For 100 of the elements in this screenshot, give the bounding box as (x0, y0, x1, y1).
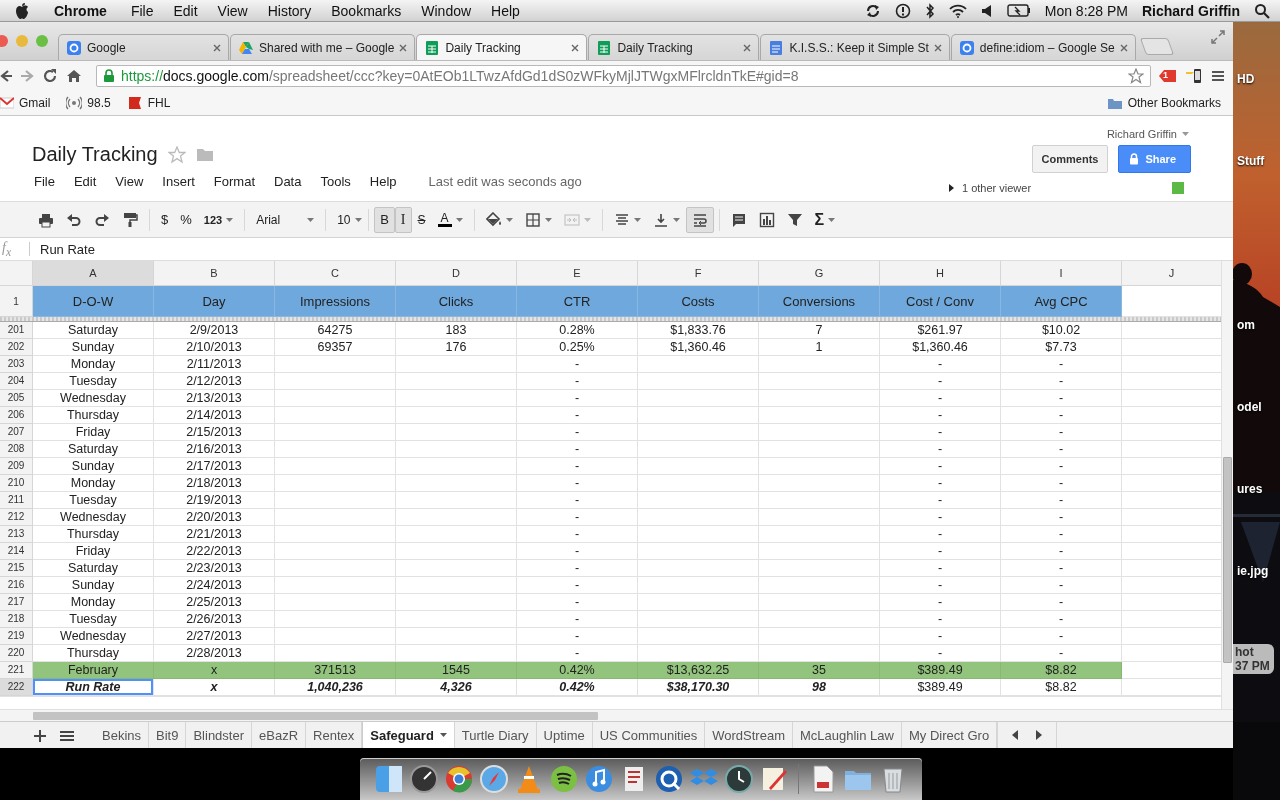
clock-icon[interactable] (723, 764, 754, 794)
text-color-dropdown[interactable]: A (431, 206, 469, 233)
column-header[interactable]: C (275, 261, 396, 287)
close-icon[interactable] (743, 43, 752, 52)
menu-item[interactable]: View (115, 174, 144, 189)
viewers-toggle[interactable]: 1 other viewer (949, 182, 1032, 194)
document-title[interactable]: Daily Tracking (32, 143, 158, 166)
horizontal-scrollbar[interactable] (0, 709, 1233, 721)
menu-item[interactable]: Tools (320, 174, 351, 189)
sheet-tab[interactable]: eBazR (252, 722, 307, 748)
desktop-icon-label[interactable]: hot 37 PM (1233, 644, 1274, 674)
browser-tab[interactable]: Daily Tracking (416, 34, 588, 60)
currency-button[interactable]: $ (155, 206, 175, 233)
close-icon[interactable] (571, 43, 580, 52)
menu-item[interactable]: View (207, 2, 258, 19)
scrollbar-thumb[interactable] (33, 711, 598, 720)
user-name[interactable]: Richard Griffin (1142, 2, 1240, 19)
column-header[interactable]: G (759, 261, 880, 287)
ring-icon[interactable] (653, 764, 684, 794)
menu-item[interactable]: Bookmarks (321, 2, 412, 19)
column-header[interactable]: D (396, 261, 517, 287)
menu-item[interactable]: Help (481, 2, 530, 19)
bluetooth-icon[interactable] (924, 2, 935, 19)
menu-icon[interactable] (1211, 69, 1225, 83)
functions-button[interactable]: Σ (808, 206, 842, 233)
browser-tab[interactable]: Shared with me – Google (230, 34, 416, 60)
clock[interactable]: Mon 8:28 PM (1044, 2, 1128, 19)
bookmark[interactable]: 98.5 (66, 96, 111, 110)
menu-item[interactable]: File (120, 2, 164, 19)
column-header[interactable]: E (517, 261, 638, 287)
previous-icon[interactable] (1012, 730, 1019, 740)
compass-icon[interactable] (478, 764, 509, 794)
address-bar[interactable]: https://docs.google.com/spreadsheet/ccc?key=0AtEOb1LTwzAfdGd1dS0zWFkyMjlJTWgxMFlrcldnTkE#gid=8 (96, 65, 1151, 87)
font-size-dropdown[interactable]: 10 (331, 206, 364, 233)
desktop-icon-label[interactable]: ie.jpg (1237, 564, 1269, 578)
music-note-icon[interactable] (583, 764, 614, 794)
browser-tab[interactable]: Google (58, 34, 229, 60)
sheet-tab[interactable]: Bit9 (149, 722, 187, 748)
formula-input[interactable]: Run Rate (40, 241, 95, 257)
gauge-icon[interactable] (408, 764, 439, 794)
vertical-scrollbar[interactable] (1221, 261, 1233, 710)
add-icon[interactable] (34, 729, 46, 742)
browser-tab[interactable]: K.I.S.S.: Keep it Simple St (760, 34, 950, 60)
column-header[interactable]: F (638, 261, 759, 287)
column-header[interactable]: J (1122, 261, 1222, 287)
next-icon[interactable] (1036, 730, 1043, 740)
menu-item[interactable]: History (257, 2, 322, 19)
sheet-tab[interactable]: US Communities (592, 722, 706, 748)
star-icon[interactable] (167, 145, 186, 164)
apple-icon[interactable] (14, 1, 30, 20)
desktop-icon-label[interactable]: odel (1237, 400, 1262, 414)
alert-icon[interactable] (894, 2, 911, 19)
menu-item[interactable]: Window (411, 2, 482, 19)
sheet-tab[interactable]: Blindster (186, 722, 252, 748)
column-header[interactable]: A (33, 261, 154, 287)
percent-button[interactable]: % (174, 206, 198, 233)
desktop-icon-label[interactable]: ures (1237, 482, 1263, 496)
home-icon[interactable] (66, 68, 82, 84)
expand-icon[interactable] (1211, 30, 1225, 44)
bold-button[interactable]: B (374, 206, 395, 233)
italic-button[interactable]: I (394, 206, 412, 233)
app-menu[interactable]: Chrome (30, 2, 121, 19)
last-edit-status[interactable]: Last edit was seconds ago (428, 174, 582, 189)
comments-button[interactable]: Comments (1031, 145, 1109, 173)
star-icon[interactable] (1128, 68, 1144, 84)
battery-icon[interactable] (1006, 4, 1031, 17)
column-header[interactable]: B (154, 261, 275, 287)
back-icon[interactable] (0, 69, 12, 83)
volume-icon[interactable] (980, 3, 993, 18)
sheet-tab[interactable]: Uptime (536, 722, 593, 748)
wheel-icon[interactable] (443, 764, 474, 794)
close-icon[interactable] (933, 43, 942, 52)
sync-icon[interactable] (864, 2, 881, 19)
phone-icon[interactable] (1185, 67, 1203, 85)
wrap-text-button[interactable] (685, 206, 714, 233)
menu-item[interactable]: File (34, 174, 55, 189)
menu-item[interactable]: Edit (163, 2, 208, 19)
number-format-button[interactable]: 123 (197, 206, 240, 233)
bookmark[interactable]: Gmail (0, 96, 51, 110)
close-icon[interactable] (399, 43, 408, 52)
menu-item[interactable]: Data (274, 174, 302, 189)
desktop-icon-label[interactable]: Stuff (1237, 154, 1265, 168)
reload-icon[interactable] (42, 68, 58, 84)
extension-button[interactable]: 1 (1159, 68, 1177, 84)
browser-tab[interactable]: Daily Tracking (588, 34, 760, 60)
menu-item[interactable]: Format (213, 174, 255, 189)
sheet-tab[interactable]: Turtle Diary (454, 722, 537, 748)
wifi-icon[interactable] (948, 3, 967, 18)
sheet-tab[interactable]: Safeguard (362, 722, 455, 748)
waves-icon[interactable] (548, 764, 579, 794)
other-bookmarks[interactable]: Other Bookmarks (1106, 96, 1221, 110)
row-number[interactable]: 1 (0, 286, 33, 318)
search-icon[interactable] (1254, 2, 1270, 19)
browser-tab[interactable]: define:idiom – Google Se (950, 34, 1136, 60)
font-dropdown[interactable]: Arial (250, 206, 321, 233)
sheet-tab[interactable]: McLaughlin Law (793, 722, 902, 748)
column-header[interactable]: H (880, 261, 1001, 287)
menu-item[interactable]: Insert (162, 174, 195, 189)
column-header[interactable]: I (1001, 261, 1122, 287)
list-icon[interactable] (60, 729, 74, 742)
